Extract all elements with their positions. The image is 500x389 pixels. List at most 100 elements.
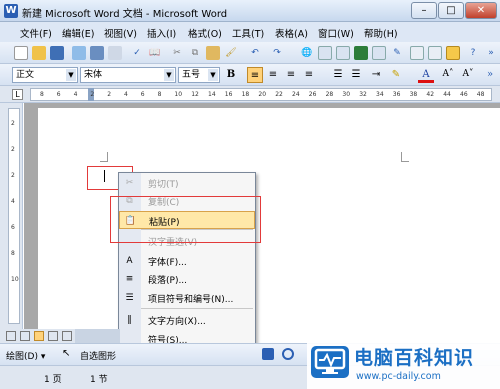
ruler-tick-label: 2 <box>11 146 15 153</box>
menu-table[interactable]: 表格(A) <box>275 26 308 40</box>
research-icon[interactable]: 📖 <box>148 46 162 60</box>
ruler-tick-label: 2 <box>11 172 15 179</box>
highlight-icon[interactable]: ✎ <box>388 67 404 83</box>
ruler-tick-label: 10 <box>174 91 183 98</box>
menu-view[interactable]: 视图(V) <box>104 26 137 40</box>
print-preview-icon[interactable] <box>108 46 122 60</box>
bullets-icon: ☰ <box>125 293 134 303</box>
menu-insert[interactable]: 插入(I) <box>147 26 176 40</box>
font-value: 宋体 <box>84 70 103 80</box>
insert-diagram-icon[interactable] <box>262 348 274 360</box>
tab-selector-icon[interactable]: L <box>12 89 23 100</box>
ruler-tick-label: 38 <box>409 91 418 98</box>
font-color-icon[interactable]: A <box>418 67 434 83</box>
web-view-icon[interactable] <box>20 331 30 341</box>
ruler-tick-label: 44 <box>443 91 451 98</box>
normal-view-icon[interactable] <box>6 331 16 341</box>
menu-format[interactable]: 格式(O) <box>188 26 222 40</box>
menu-edit[interactable]: 编辑(E) <box>62 26 94 40</box>
ruler-tick-label: 48 <box>476 91 485 98</box>
oval-icon[interactable] <box>282 348 294 360</box>
chevron-down-icon[interactable]: ▼ <box>164 69 174 81</box>
font-size-combo[interactable]: 五号 ▼ <box>178 67 220 83</box>
vertical-ruler[interactable] <box>8 108 20 324</box>
ruler-tick-label: 46 <box>460 91 468 98</box>
insert-table-icon[interactable] <box>336 46 350 60</box>
ruler-tick-label: 20 <box>258 91 267 98</box>
redo-icon[interactable]: ↷ <box>270 46 284 60</box>
numbering-icon[interactable]: ☰ <box>330 67 346 83</box>
watermark-url: www.pc-daily.com <box>356 371 441 382</box>
font-combo[interactable]: 宋体 ▼ <box>80 67 176 83</box>
text-direction-icon: ‖ <box>127 315 132 325</box>
context-menu-label: 字体(F)... <box>148 258 187 268</box>
toolbar-overflow-icon[interactable]: » <box>482 67 498 83</box>
drawing-icon[interactable]: ✎ <box>390 46 404 60</box>
context-menu-item[interactable]: ≡ 段落(P)... <box>119 270 255 288</box>
cut-toolbar-icon[interactable]: ✂ <box>170 46 184 60</box>
align-justify-icon[interactable]: ≡ <box>247 67 263 83</box>
print-icon[interactable] <box>90 46 104 60</box>
undo-icon[interactable]: ↶ <box>248 46 262 60</box>
align-right-icon[interactable]: ≡ <box>283 67 299 83</box>
menu-separator <box>141 308 253 309</box>
reading-view-icon[interactable] <box>62 331 72 341</box>
format-painter-icon[interactable]: 🖌 <box>224 46 238 60</box>
ruler-tick-label: 6 <box>11 224 15 231</box>
toolbar-overflow-icon[interactable]: » <box>484 46 498 60</box>
new-doc-icon[interactable] <box>14 46 28 60</box>
ruler-tick-label: 16 <box>224 91 233 98</box>
document-map-icon[interactable] <box>410 46 424 60</box>
horizontal-scrollbar[interactable] <box>75 329 120 343</box>
document-page[interactable] <box>38 108 500 329</box>
ruler-tick-label: 32 <box>359 91 367 98</box>
draw-menu-button[interactable]: 绘图(D) ▾ <box>6 349 45 362</box>
align-center-icon[interactable]: ≡ <box>265 67 281 83</box>
word-app-icon[interactable]: W <box>4 4 18 18</box>
open-folder-icon[interactable] <box>32 46 46 60</box>
ruler-tick-label: 2 <box>107 91 112 98</box>
columns-icon[interactable] <box>372 46 386 60</box>
context-menu-item[interactable]: ‖ 文字方向(X)... <box>119 311 255 329</box>
close-button[interactable]: ✕ <box>465 2 497 19</box>
tables-borders-icon[interactable] <box>318 46 332 60</box>
ruler-tick-label: 2 <box>11 120 15 127</box>
indent-icon[interactable]: ⇥ <box>368 67 384 83</box>
ruler-tick-label: 4 <box>124 91 128 98</box>
insert-excel-icon[interactable] <box>354 46 368 60</box>
menu-file[interactable]: 文件(F) <box>20 26 52 40</box>
distribute-icon[interactable]: ≡ <box>301 67 317 83</box>
menu-help[interactable]: 帮助(H) <box>364 26 398 40</box>
bullets-toolbar-icon[interactable]: ☰ <box>348 67 364 83</box>
grow-font-icon[interactable]: A˄ <box>440 67 456 83</box>
select-objects-icon[interactable]: ↖ <box>62 348 70 359</box>
context-menu-item[interactable]: ☰ 项目符号和编号(N)... <box>119 289 255 307</box>
chevron-down-icon[interactable]: ▼ <box>66 69 76 81</box>
read-mode-icon[interactable] <box>446 46 460 60</box>
permission-icon[interactable] <box>72 46 86 60</box>
autoshapes-button[interactable]: 自选图形 <box>80 349 116 362</box>
minimize-button[interactable]: – <box>411 2 437 19</box>
paste-toolbar-icon[interactable] <box>206 46 220 60</box>
ruler-tick-label: 42 <box>426 91 435 98</box>
chevron-down-icon[interactable]: ▼ <box>208 69 218 81</box>
copy-toolbar-icon[interactable]: ⧉ <box>188 46 202 60</box>
spelling-icon[interactable]: ✓ <box>130 46 144 60</box>
save-icon[interactable] <box>50 46 64 60</box>
ruler-tick-label: 8 <box>40 91 44 98</box>
outline-view-icon[interactable] <box>48 331 58 341</box>
help-toolbar-icon[interactable]: ? <box>466 46 480 60</box>
shrink-font-icon[interactable]: A˅ <box>460 67 476 83</box>
show-hide-icon[interactable] <box>428 46 442 60</box>
page-count: 1 页 <box>44 375 62 385</box>
ruler-tick-label: 26 <box>308 91 317 98</box>
menu-window[interactable]: 窗口(W) <box>318 26 354 40</box>
menu-tools[interactable]: 工具(T) <box>232 26 264 40</box>
hyperlink-toolbar-icon[interactable]: 🌐 <box>300 46 314 60</box>
context-menu-item[interactable]: A 字体(F)... <box>119 252 255 270</box>
bold-button[interactable]: B <box>223 67 239 83</box>
context-menu-item[interactable]: ✂ 剪切(T) <box>119 174 255 192</box>
style-combo[interactable]: 正文 ▼ <box>12 67 78 83</box>
maximize-button[interactable]: □ <box>438 2 464 19</box>
print-layout-view-icon[interactable] <box>34 331 44 341</box>
